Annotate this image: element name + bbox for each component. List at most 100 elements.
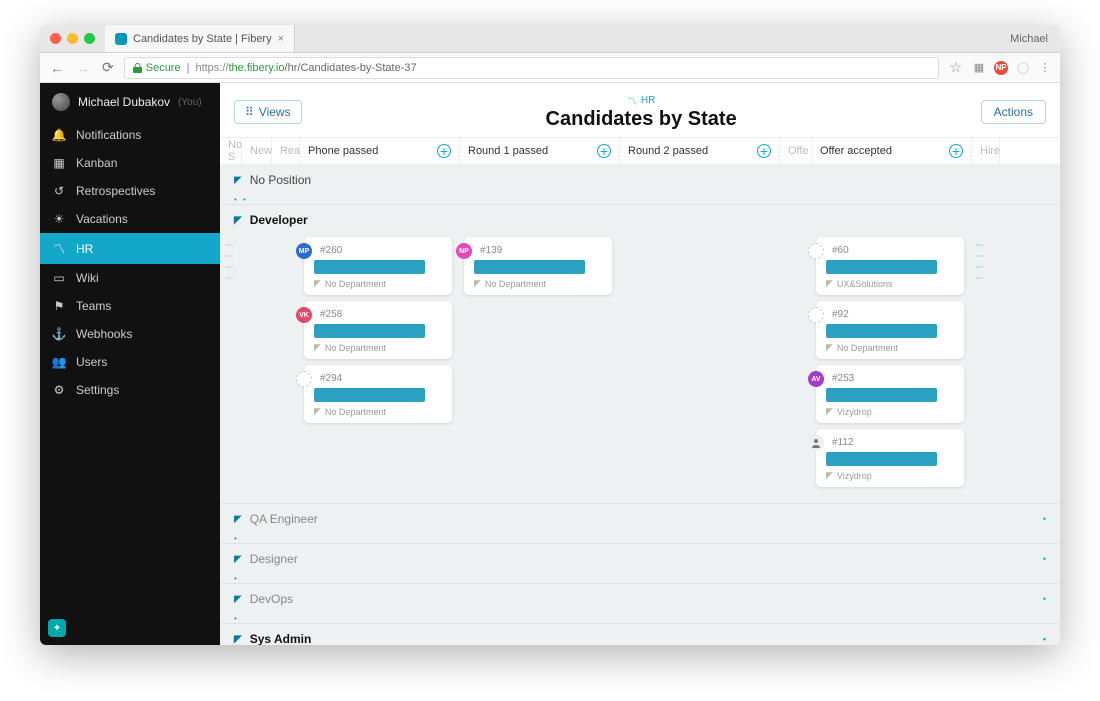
drag-handle-icon[interactable]: ⋮⋮⋮⋮ (220, 237, 238, 493)
card-id: #294 (320, 373, 444, 384)
avatar-icon: AV (808, 371, 824, 387)
candidate-card[interactable]: #60 ◤UX&Solutions (816, 237, 964, 295)
back-button[interactable]: ← (48, 60, 66, 76)
collapsed-cards-indicator[interactable]: • • (220, 195, 1060, 204)
sidebar-item-wiki[interactable]: ▭Wiki (40, 264, 220, 292)
column-header[interactable]: Hire (972, 138, 1000, 164)
extension-icon[interactable]: ▦ (972, 61, 986, 75)
sidebar-item-label: Vacations (76, 212, 128, 226)
board[interactable]: ◤ No Position • • ◤ Developer ⋮⋮⋮⋮ MP #2… (220, 165, 1060, 645)
row-dots-indicator: • (1043, 594, 1046, 604)
flag-icon: ◤ (234, 175, 242, 186)
candidate-card[interactable]: VK #258 ◤No Department (304, 301, 452, 359)
avatar-placeholder-icon (296, 371, 312, 387)
column-header[interactable]: Offe (780, 138, 812, 164)
swimlane-header[interactable]: ◤ No Position (220, 165, 1060, 195)
card-id: #92 (832, 309, 956, 320)
drag-handle-icon[interactable]: ⋮⋮⋮⋮ (970, 237, 988, 493)
add-card-icon[interactable]: + (597, 144, 611, 158)
avatar-icon: VK (296, 307, 312, 323)
column-header[interactable]: Rea (272, 138, 300, 164)
column-header[interactable]: Round 2 passed + (620, 138, 780, 164)
bookmark-icon[interactable]: ☆ (947, 59, 964, 76)
column-header[interactable]: Phone passed+ (300, 138, 460, 164)
grid-icon: ⠿ (245, 105, 253, 119)
card-id: #60 (832, 245, 956, 256)
column-label: Round 1 passed (468, 145, 548, 157)
card-title-bar (826, 452, 937, 466)
app-logo-icon[interactable]: ✦ (48, 619, 66, 637)
card-department: ◤No Department (314, 406, 444, 417)
card-title-bar (314, 388, 425, 402)
minimize-window-icon[interactable] (67, 33, 78, 44)
column-header[interactable]: Round 1 passed + (460, 138, 620, 164)
sidebar-item-hr[interactable]: 〽HR (40, 233, 220, 264)
lane-phone-passed[interactable]: MP #260 ◤No Department VK #258 ◤No Depar… (298, 237, 458, 493)
sidebar-item-kanban[interactable]: ▦Kanban (40, 149, 220, 177)
candidate-card[interactable]: #112 ◤Vizydrop (816, 429, 964, 487)
sidebar-item-label: HR (76, 242, 93, 256)
collapsed-cards-indicator[interactable]: • (220, 534, 1060, 543)
card-department: ◤No Department (474, 278, 604, 289)
sidebar-profile[interactable]: Michael Dubakov (You) (40, 83, 220, 121)
browser-tab[interactable]: Candidates by State | Fibery × (105, 25, 295, 52)
collapsed-cards-indicator[interactable]: • (220, 614, 1060, 623)
candidate-card[interactable]: #294 ◤No Department (304, 365, 452, 423)
column-label: Round 2 passed (628, 145, 708, 157)
candidate-card[interactable]: NP #139 ◤No Department (464, 237, 612, 295)
actions-button[interactable]: Actions (981, 100, 1046, 124)
maximize-window-icon[interactable] (84, 33, 95, 44)
add-card-icon[interactable]: + (437, 144, 451, 158)
card-department: ◤UX&Solutions (826, 278, 956, 289)
views-button[interactable]: ⠿ Views (234, 100, 302, 124)
extension-icon[interactable]: ◯ (1016, 61, 1030, 75)
main-panel: ⠿ Views 〽 HR Candidates by State Actions… (220, 83, 1060, 645)
flag-icon: ◤ (826, 470, 833, 481)
lane-offer-accepted[interactable]: #60 ◤UX&Solutions #92 ◤No Department AV … (810, 237, 970, 493)
column-label: Offer accepted (820, 145, 892, 157)
card-title-bar (826, 260, 937, 274)
add-card-icon[interactable]: + (757, 144, 771, 158)
reload-button[interactable]: ⟳ (100, 59, 116, 76)
sidebar-item-label: Settings (76, 383, 119, 397)
close-tab-icon[interactable]: × (278, 33, 284, 45)
sidebar-item-users[interactable]: 👥Users (40, 348, 220, 376)
browser-profile-label[interactable]: Michael (1010, 33, 1060, 45)
bell-icon: 🔔 (52, 128, 66, 142)
menu-icon[interactable]: ⋮ (1038, 61, 1052, 75)
sidebar-item-webhooks[interactable]: ⚓Webhooks (40, 320, 220, 348)
swimlane-header[interactable]: ◤ Developer (220, 205, 1060, 235)
sidebar-item-teams[interactable]: ⚑Teams (40, 292, 220, 320)
flag-icon: ⚑ (52, 299, 66, 313)
tab-title: Candidates by State | Fibery (133, 33, 272, 45)
candidate-card[interactable]: AV #253 ◤Vizydrop (816, 365, 964, 423)
column-header[interactable]: New (242, 138, 272, 164)
forward-button[interactable]: → (74, 60, 92, 76)
extension-badge-icon[interactable]: NP (994, 61, 1008, 75)
swimlane-header[interactable]: ◤ QA Engineer • (220, 504, 1060, 534)
swimlane-header[interactable]: ◤ Designer • (220, 544, 1060, 574)
column-header[interactable]: Offer accepted + (812, 138, 972, 164)
column-header[interactable]: No S (220, 138, 242, 164)
swimlane-header[interactable]: ◤ DevOps • (220, 584, 1060, 614)
lane-round-1[interactable]: NP #139 ◤No Department (458, 237, 618, 493)
candidate-card[interactable]: #92 ◤No Department (816, 301, 964, 359)
swimlane-designer: ◤ Designer • • (220, 544, 1060, 584)
collapsed-cards-indicator[interactable]: • (220, 574, 1060, 583)
title-wrap: 〽 HR Candidates by State (314, 93, 969, 131)
breadcrumb[interactable]: 〽 HR (314, 93, 969, 108)
flag-icon: ◤ (314, 342, 321, 353)
card-title-bar (314, 324, 425, 338)
url-input[interactable]: Secure | https://the.fibery.io/hr/Candid… (124, 57, 940, 79)
sidebar-item-vacations[interactable]: ☀Vacations (40, 205, 220, 233)
add-card-icon[interactable]: + (949, 144, 963, 158)
swimlane-header[interactable]: ◤ Sys Admin • (220, 624, 1060, 645)
sidebar-item-notifications[interactable]: 🔔Notifications (40, 121, 220, 149)
sidebar-item-retrospectives[interactable]: ↺Retrospectives (40, 177, 220, 205)
sidebar-item-settings[interactable]: ⚙Settings (40, 376, 220, 404)
lane-round-2[interactable] (618, 237, 778, 493)
flag-icon: ◤ (474, 278, 481, 289)
close-window-icon[interactable] (50, 33, 61, 44)
candidate-card[interactable]: MP #260 ◤No Department (304, 237, 452, 295)
sidebar-bottom: ✦ (40, 611, 220, 645)
